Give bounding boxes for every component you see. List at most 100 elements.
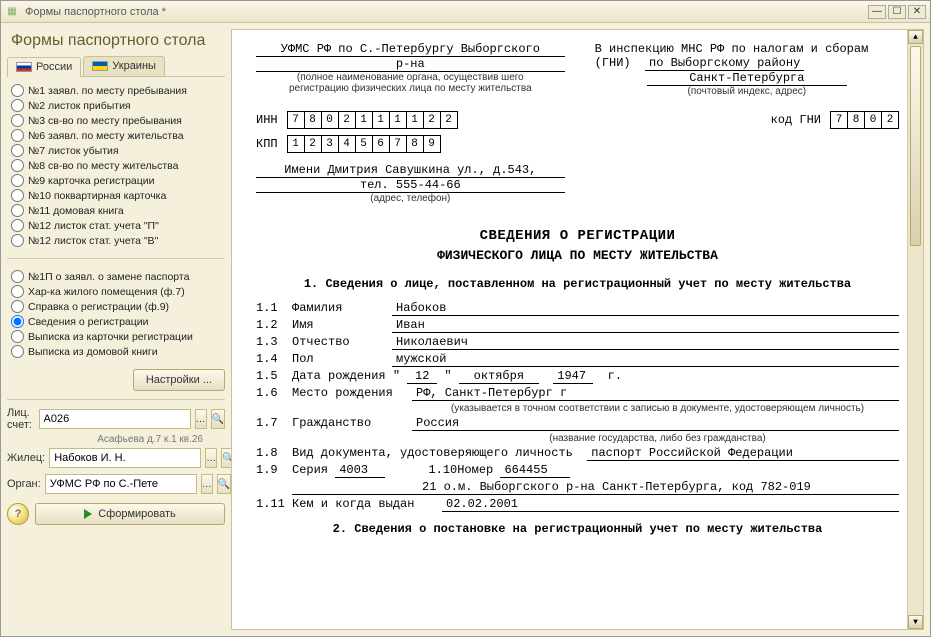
form-radio-item[interactable]: №2 листок прибытия [9, 98, 223, 113]
account-browse-button[interactable]: … [195, 409, 207, 429]
radio-input[interactable] [11, 174, 24, 187]
doc-title-1: СВЕДЕНИЯ О РЕГИСТРАЦИИ [256, 228, 899, 244]
form-radio-item[interactable]: Выписка из карточки регистрации [9, 329, 223, 344]
organ-input[interactable] [45, 474, 197, 494]
scroll-down-button[interactable]: ▼ [908, 615, 923, 629]
tab-russia-label: России [36, 61, 72, 73]
app-icon: ▦ [5, 5, 19, 19]
form-radio-item[interactable]: №12 листок стат. учета "П" [9, 218, 223, 233]
kpp-boxes: 123456789 [288, 135, 441, 153]
generate-button[interactable]: Сформировать [35, 503, 225, 525]
radio-input[interactable] [11, 345, 24, 358]
account-input[interactable] [39, 409, 191, 429]
citizenship-label: Гражданство [292, 416, 412, 430]
scroll-thumb[interactable] [910, 46, 921, 246]
form-radio-item[interactable]: Справка о регистрации (ф.9) [9, 299, 223, 314]
radio-label: №8 св-во по месту жительства [28, 160, 178, 172]
radio-label: №1 заявл. по месту пребывания [28, 85, 187, 97]
form-radio-item[interactable]: Хар-ка жилого помещения (ф.7) [9, 284, 223, 299]
form-radio-item[interactable]: №3 св-во по месту пребывания [9, 113, 223, 128]
maximize-button[interactable]: ☐ [888, 5, 906, 19]
sex-value: мужской [392, 352, 899, 367]
app-window: ▦ Формы паспортного стола * — ☐ ✕ Формы … [0, 0, 931, 637]
resident-label: Жилец: [7, 452, 45, 464]
radio-input[interactable] [11, 330, 24, 343]
form-radio-item[interactable]: №1П о заявл. о замене паспорта [9, 269, 223, 284]
settings-button[interactable]: Настройки ... [133, 369, 225, 391]
form-radio-item[interactable]: Сведения о регистрации [9, 314, 223, 329]
form-radio-item[interactable]: №12 листок стат. учета "В" [9, 233, 223, 248]
radio-label: Хар-ка жилого помещения (ф.7) [28, 286, 185, 298]
inspection-line-1: В инспекцию МНС РФ по налогам и сборам [595, 42, 899, 56]
tab-russia[interactable]: России [7, 57, 81, 77]
digit-cell: 2 [304, 135, 322, 153]
form-radio-item[interactable]: №9 карточка регистрации [9, 173, 223, 188]
birthplace-value: РФ, Санкт-Петербург г [412, 386, 899, 401]
close-button[interactable]: ✕ [908, 5, 926, 19]
address-line-1: Имени Дмитрия Савушкина ул., д.543, [256, 163, 565, 178]
inspection-city: Санкт-Петербурга [647, 71, 847, 86]
radio-input[interactable] [11, 315, 24, 328]
minimize-button[interactable]: — [868, 5, 886, 19]
radio-input[interactable] [11, 144, 24, 157]
address-line-2: тел. 555-44-66 [256, 178, 565, 193]
radio-input[interactable] [11, 234, 24, 247]
gni-boxes: 7802 [831, 111, 899, 129]
org-name-1: УФМС РФ по С.-Петербургу Выборгского [256, 42, 565, 57]
vertical-scrollbar[interactable]: ▲ ▼ [907, 30, 923, 629]
radio-label: №12 листок стат. учета "В" [28, 235, 158, 247]
dob-month: октября [459, 369, 539, 384]
radio-input[interactable] [11, 159, 24, 172]
flag-ukraine-icon [92, 61, 108, 71]
digit-cell: 6 [372, 135, 390, 153]
radio-input[interactable] [11, 129, 24, 142]
resident-input[interactable] [49, 448, 201, 468]
scroll-up-button[interactable]: ▲ [908, 30, 923, 44]
radio-input[interactable] [11, 189, 24, 202]
form-radio-item[interactable]: №10 поквартирная карточка [9, 188, 223, 203]
radio-input[interactable] [11, 99, 24, 112]
radio-input[interactable] [11, 204, 24, 217]
radio-input[interactable] [11, 285, 24, 298]
account-search-button[interactable]: 🔍 [211, 409, 225, 429]
name-label: Имя [292, 318, 392, 332]
radio-input[interactable] [11, 300, 24, 313]
help-button[interactable]: ? [7, 503, 29, 525]
issuer-details: 21 о.м. Выборгского р-на Санкт-Петербург… [292, 480, 899, 495]
form-radio-item[interactable]: №11 домовая книга [9, 203, 223, 218]
form-radio-item[interactable]: №8 св-во по месту жительства [9, 158, 223, 173]
generate-button-label: Сформировать [98, 508, 176, 520]
resident-browse-button[interactable]: … [205, 448, 217, 468]
window-title: Формы паспортного стола * [25, 6, 868, 18]
address-caption: (адрес, телефон) [256, 193, 565, 204]
dob-suffix: г. [608, 369, 622, 383]
radio-input[interactable] [11, 270, 24, 283]
number-value: 664455 [500, 463, 570, 478]
form-list-2: №1П о заявл. о замене паспорта Хар-ка жил… [7, 263, 225, 365]
organ-search-button[interactable]: 🔍 [217, 474, 231, 494]
form-radio-item[interactable]: №7 листок убытия [9, 143, 223, 158]
org-caption-2: регистрацию физических лица по месту жит… [256, 83, 565, 94]
section-1-heading: 1. Сведения о лице, поставленном на реги… [256, 277, 899, 291]
dob-day: 12 [407, 369, 437, 384]
form-radio-item[interactable]: №1 заявл. по месту пребывания [9, 83, 223, 98]
sidebar-heading: Формы паспортного стола [11, 31, 225, 50]
form-radio-item[interactable]: №6 заявл. по месту жительства [9, 128, 223, 143]
patronymic-label: Отчество [292, 335, 392, 349]
radio-input[interactable] [11, 219, 24, 232]
digit-cell: 0 [321, 111, 339, 129]
digit-cell: 2 [440, 111, 458, 129]
inspection-district: по Выборгскому району [645, 56, 804, 71]
digit-cell: 4 [338, 135, 356, 153]
digit-cell: 5 [355, 135, 373, 153]
radio-label: №1П о заявл. о замене паспорта [28, 271, 189, 283]
digit-cell: 1 [406, 111, 424, 129]
inn-boxes: 7802111122 [288, 111, 458, 129]
tab-ukraine[interactable]: Украины [83, 56, 165, 76]
citizenship-value: Россия [412, 416, 899, 431]
organ-browse-button[interactable]: … [201, 474, 213, 494]
dob-year: 1947 [553, 369, 593, 384]
radio-input[interactable] [11, 84, 24, 97]
form-radio-item[interactable]: Выписка из домовой книги [9, 344, 223, 359]
radio-input[interactable] [11, 114, 24, 127]
